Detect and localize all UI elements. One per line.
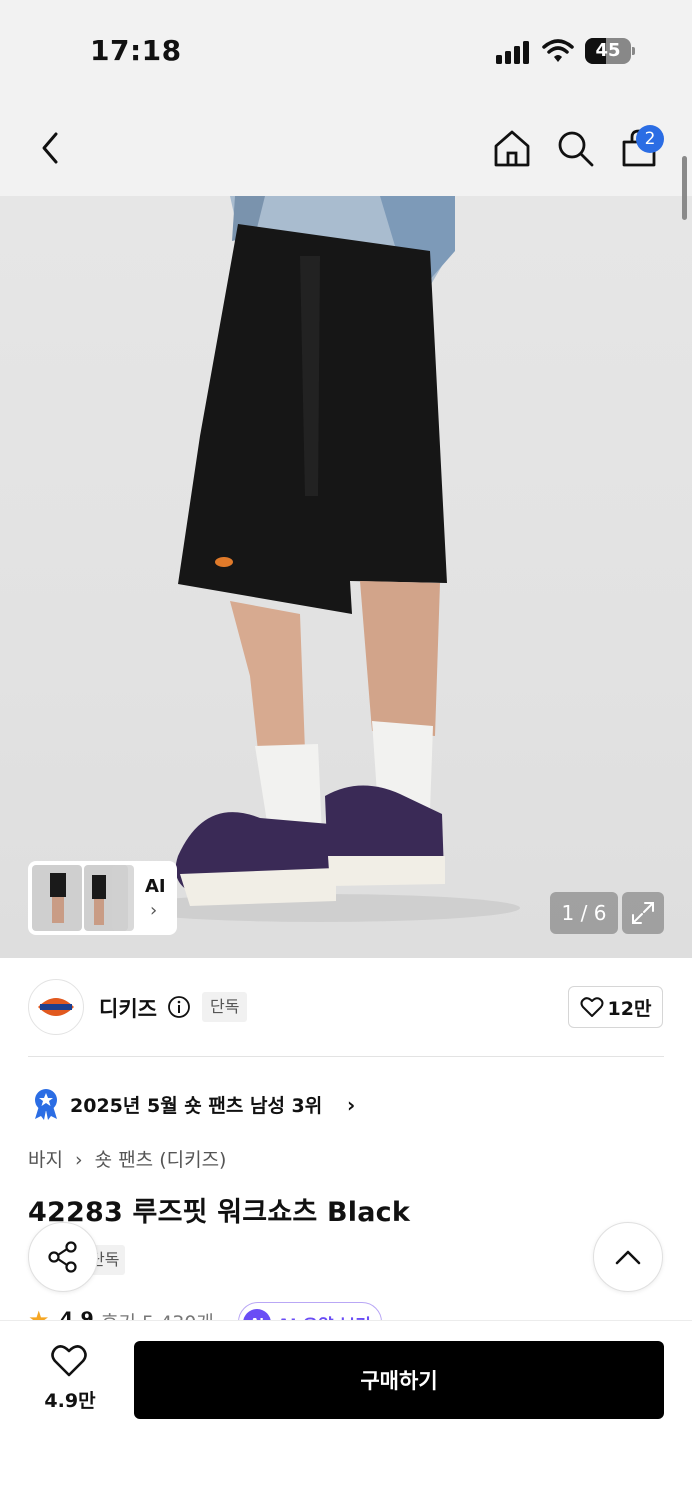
share-button[interactable] <box>28 1222 98 1292</box>
thumbnail-ai-label: AI <box>145 876 166 897</box>
search-icon <box>558 131 594 167</box>
brand-exclusive-tag: 단독 <box>202 992 248 1022</box>
home-icon <box>494 130 530 167</box>
divider <box>28 1056 664 1057</box>
cart-count-badge: 2 <box>636 125 664 153</box>
ranking-text[interactable]: 2025년 5월 숏 팬츠 남성 3위 <box>70 1091 322 1118</box>
product-photo <box>120 196 520 922</box>
brand-name[interactable]: 디키즈 <box>99 993 157 1023</box>
scroll-indicator[interactable] <box>682 156 687 220</box>
ranking-badge-icon <box>35 1089 57 1120</box>
chevron-right-icon: › <box>75 1149 83 1171</box>
battery-icon: 45 <box>585 38 635 64</box>
chevron-right-icon: › <box>150 900 158 921</box>
heart-icon <box>580 997 604 1017</box>
thumbnail-image[interactable] <box>32 865 82 931</box>
breadcrumb-category[interactable]: 바지 <box>28 1149 63 1171</box>
heart-icon <box>51 1345 87 1377</box>
back-button[interactable] <box>28 126 72 170</box>
breadcrumb-subcategory[interactable]: 숏 팬츠 (디키즈) <box>95 1149 227 1171</box>
brand-logo[interactable] <box>28 979 84 1035</box>
battery-percent: 45 <box>595 40 621 61</box>
dickies-logo-icon <box>38 998 74 1016</box>
search-button[interactable] <box>553 126 597 170</box>
chevron-left-icon <box>42 132 58 164</box>
chevron-right-icon: › <box>347 1093 356 1117</box>
brand-like-count: 12만 <box>607 997 652 1020</box>
top-nav <box>0 100 692 196</box>
scroll-to-top-button[interactable] <box>593 1222 663 1292</box>
chevron-up-icon <box>615 1250 641 1265</box>
brand-like-button[interactable]: 12만 <box>568 986 663 1028</box>
cellular-signal-icon <box>496 41 529 64</box>
wishlist-button[interactable]: 4.9만 <box>30 1342 110 1422</box>
image-page-counter: 1 / 6 <box>550 892 618 934</box>
share-icon <box>48 1241 77 1273</box>
product-image[interactable] <box>0 196 692 958</box>
product-title: 42283 루즈핏 워크쇼츠 Black <box>28 1197 411 1228</box>
thumbnail-image[interactable] <box>112 865 134 931</box>
wifi-icon <box>542 39 574 62</box>
status-time: 17:18 <box>90 34 182 67</box>
expand-icon <box>632 902 654 924</box>
wishlist-count: 4.9만 <box>44 1390 96 1412</box>
breadcrumb: 바지 › 숏 팬츠 (디키즈) <box>28 1145 232 1172</box>
home-button[interactable] <box>490 126 534 170</box>
expand-image-button[interactable] <box>622 892 664 934</box>
ai-thumbnail-strip[interactable] <box>28 861 177 935</box>
status-bar: 17:18 45 <box>0 0 692 100</box>
info-icon[interactable] <box>167 995 191 1019</box>
buy-button[interactable]: 구매하기 <box>134 1341 664 1419</box>
